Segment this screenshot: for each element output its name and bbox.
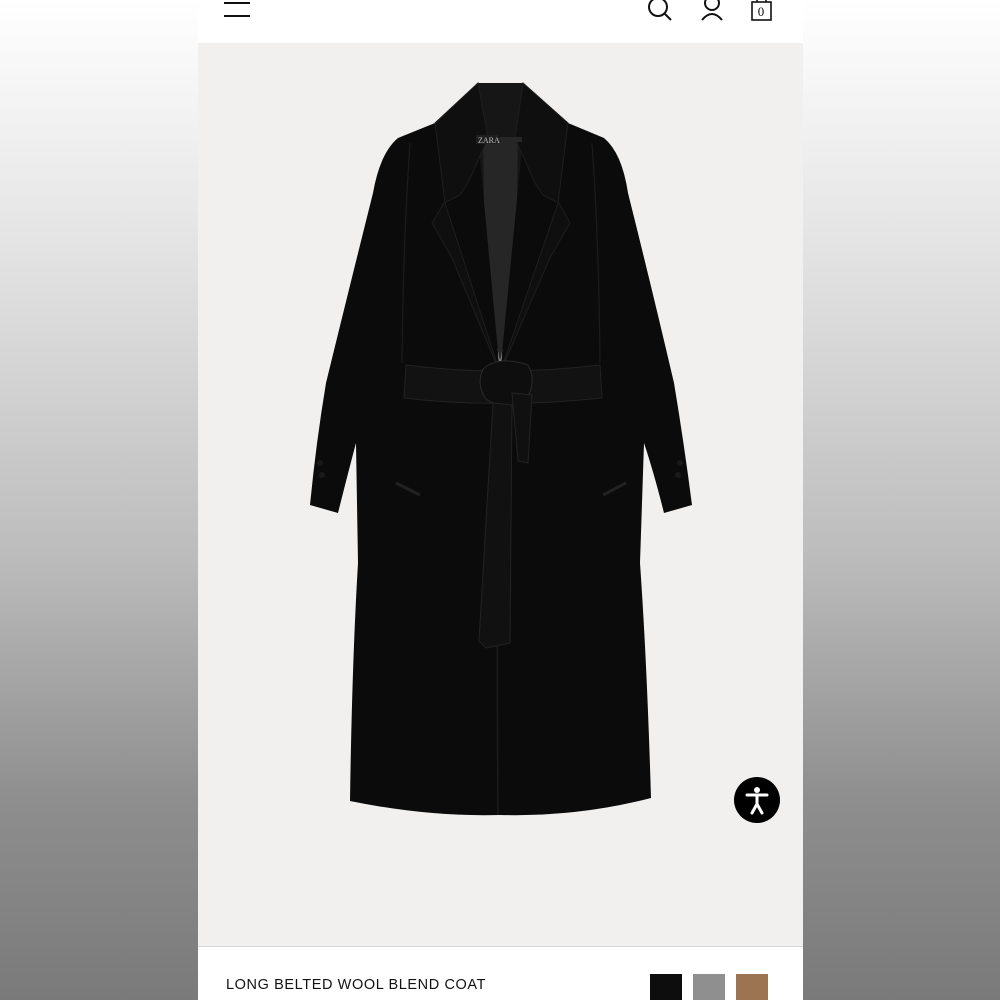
product-image[interactable]: ZARA	[198, 43, 803, 946]
coat-illustration: ZARA	[310, 82, 692, 816]
top-bar: 0	[198, 0, 803, 43]
user-icon[interactable]	[700, 0, 724, 22]
color-swatch-grey[interactable]	[693, 974, 725, 1000]
accessibility-button[interactable]	[734, 777, 780, 823]
backdrop-left	[0, 0, 198, 1000]
color-swatch-camel[interactable]	[736, 974, 768, 1000]
menu-icon[interactable]	[224, 0, 250, 20]
brand-label: ZARA	[478, 136, 500, 145]
product-info: LONG BELTED WOOL BLEND COAT	[198, 947, 803, 1000]
search-icon[interactable]	[647, 0, 673, 22]
product-name: LONG BELTED WOOL BLEND COAT	[226, 977, 487, 993]
backdrop-right	[803, 0, 1000, 1000]
mobile-viewport: 0 ZARA LONG BELTED WOOL BLEND COAT	[198, 0, 803, 1000]
shopping-bag-icon[interactable]: 0	[751, 0, 773, 22]
color-swatch-black[interactable]	[650, 974, 682, 1000]
cart-count: 0	[757, 4, 765, 19]
accessibility-icon	[745, 787, 769, 815]
